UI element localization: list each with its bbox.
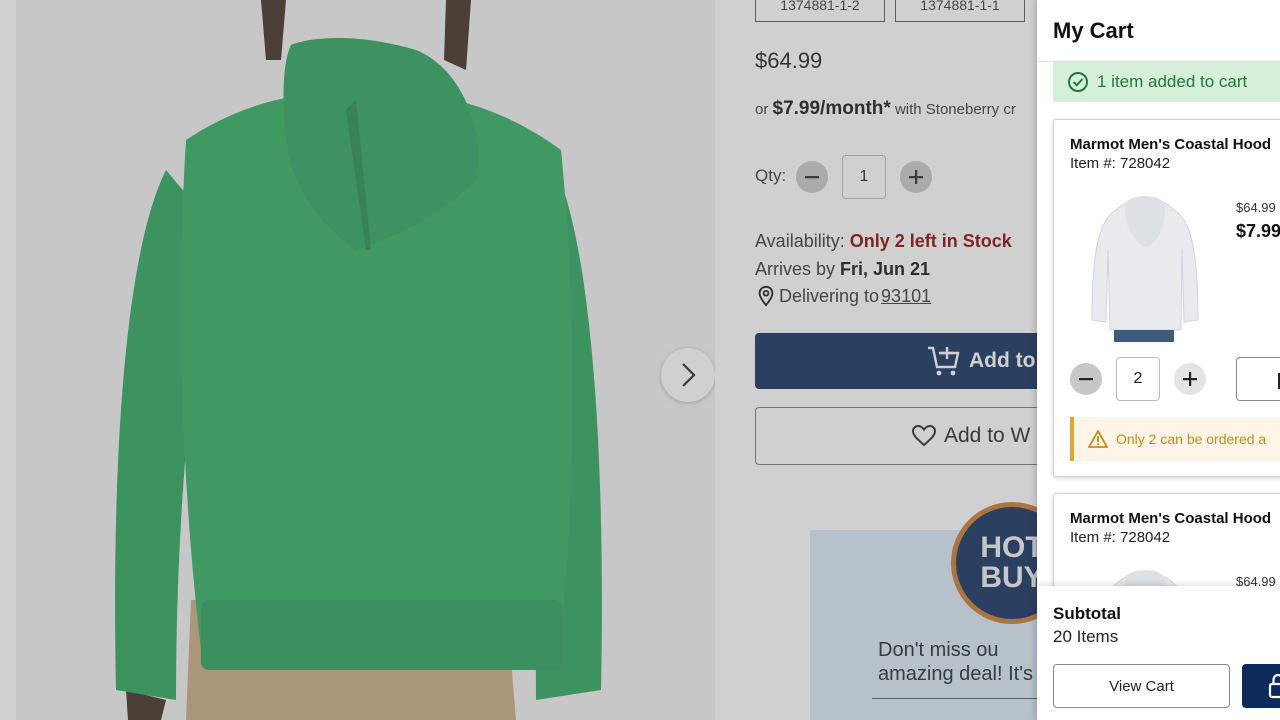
cart-decrease-qty-button[interactable] bbox=[1070, 363, 1102, 395]
warning-icon bbox=[1088, 430, 1108, 448]
cart-item-monthly-price: $7.99 bbox=[1236, 221, 1280, 241]
check-circle-icon bbox=[1068, 72, 1088, 92]
add-to-cart-label: Add to bbox=[969, 349, 1036, 372]
badge-line2: BUY bbox=[980, 561, 1044, 594]
delivering-label: Delivering to bbox=[779, 285, 880, 306]
arrival-date: Fri, Jun 21 bbox=[840, 259, 931, 279]
delivery-location: Delivering to 93101 bbox=[755, 285, 931, 307]
cart-footer: Subtotal 20 Items View Cart bbox=[1037, 586, 1280, 720]
view-cart-button[interactable]: View Cart bbox=[1053, 664, 1230, 708]
promo-line2: amazing deal! It's bbox=[878, 663, 1034, 685]
plus-icon bbox=[909, 170, 923, 184]
promo-line1: Don't miss ou bbox=[878, 639, 999, 661]
next-image-button[interactable] bbox=[661, 348, 715, 402]
promo-text: Don't miss ou amazing deal! It's bbox=[878, 638, 1033, 686]
trash-icon bbox=[1278, 373, 1280, 389]
product-image bbox=[16, 0, 715, 720]
cart-qty-input[interactable]: 2 bbox=[1116, 357, 1160, 401]
increase-qty-button[interactable] bbox=[900, 161, 932, 193]
product-price: $64.99 bbox=[755, 48, 823, 73]
lock-icon bbox=[1268, 673, 1280, 699]
monthly-suffix: with Stoneberry cr bbox=[894, 101, 1016, 118]
location-pin-icon bbox=[758, 285, 774, 307]
add-cart-icon bbox=[928, 346, 960, 376]
plus-icon bbox=[1183, 372, 1197, 386]
cart-drawer: My Cart 1 item added to cart Marmot Men'… bbox=[1037, 0, 1280, 720]
decrease-qty-button[interactable] bbox=[796, 161, 828, 193]
cart-item-name[interactable]: Marmot Men's Coastal Hood bbox=[1070, 136, 1271, 153]
qty-input[interactable]: 1 bbox=[842, 155, 886, 199]
heart-icon bbox=[912, 425, 936, 447]
zip-code-link[interactable]: 93101 bbox=[881, 286, 931, 307]
availability: Availability: Only 2 left in Stock bbox=[755, 231, 1012, 252]
subtotal-label: Subtotal bbox=[1053, 604, 1121, 623]
cart-item-image[interactable] bbox=[1086, 190, 1204, 342]
qty-label: Qty: bbox=[755, 166, 787, 185]
monthly-payment: or $7.99/month* with Stoneberry cr bbox=[755, 98, 1016, 120]
product-image-gallery bbox=[16, 0, 715, 720]
quantity-limit-warning: Only 2 can be ordered a bbox=[1070, 417, 1280, 461]
cart-items-count: 20 Items bbox=[1053, 627, 1119, 646]
monthly-prefix: or bbox=[755, 101, 769, 118]
cart-item-number: Item #: 728042 bbox=[1070, 529, 1171, 546]
minus-icon bbox=[805, 176, 819, 179]
variant-option[interactable]: 1374881-1-1 bbox=[895, 0, 1025, 22]
cart-increase-qty-button[interactable] bbox=[1174, 363, 1206, 395]
monthly-amount: $7.99/month* bbox=[772, 98, 891, 119]
badge-line1: HOT bbox=[980, 531, 1044, 564]
availability-label: Availability: bbox=[755, 231, 845, 251]
cart-item: Marmot Men's Coastal Hood Item #: 728042… bbox=[1053, 119, 1280, 477]
stock-status: Only 2 left in Stock bbox=[849, 231, 1012, 251]
cart-item-name[interactable]: Marmot Men's Coastal Hood bbox=[1070, 510, 1271, 527]
arrives-label: Arrives by bbox=[755, 259, 836, 279]
item-added-text: 1 item added to cart bbox=[1097, 72, 1248, 91]
quantity-limit-text: Only 2 can be ordered a bbox=[1116, 431, 1267, 447]
cart-title: My Cart bbox=[1053, 17, 1134, 43]
chevron-right-icon bbox=[682, 363, 696, 387]
cart-header: My Cart bbox=[1037, 0, 1280, 62]
remove-item-button[interactable] bbox=[1236, 357, 1280, 401]
cart-item-original-price: $64.99 bbox=[1236, 200, 1276, 215]
cart-item-number: Item #: 728042 bbox=[1070, 155, 1171, 172]
checkout-button[interactable] bbox=[1242, 664, 1280, 708]
arrival-info: Arrives by Fri, Jun 21 bbox=[755, 259, 930, 280]
item-added-banner: 1 item added to cart bbox=[1053, 62, 1280, 102]
wishlist-label: Add to W bbox=[944, 424, 1031, 447]
variant-option[interactable]: 1374881-1-2 bbox=[755, 0, 885, 22]
minus-icon bbox=[1079, 378, 1093, 381]
